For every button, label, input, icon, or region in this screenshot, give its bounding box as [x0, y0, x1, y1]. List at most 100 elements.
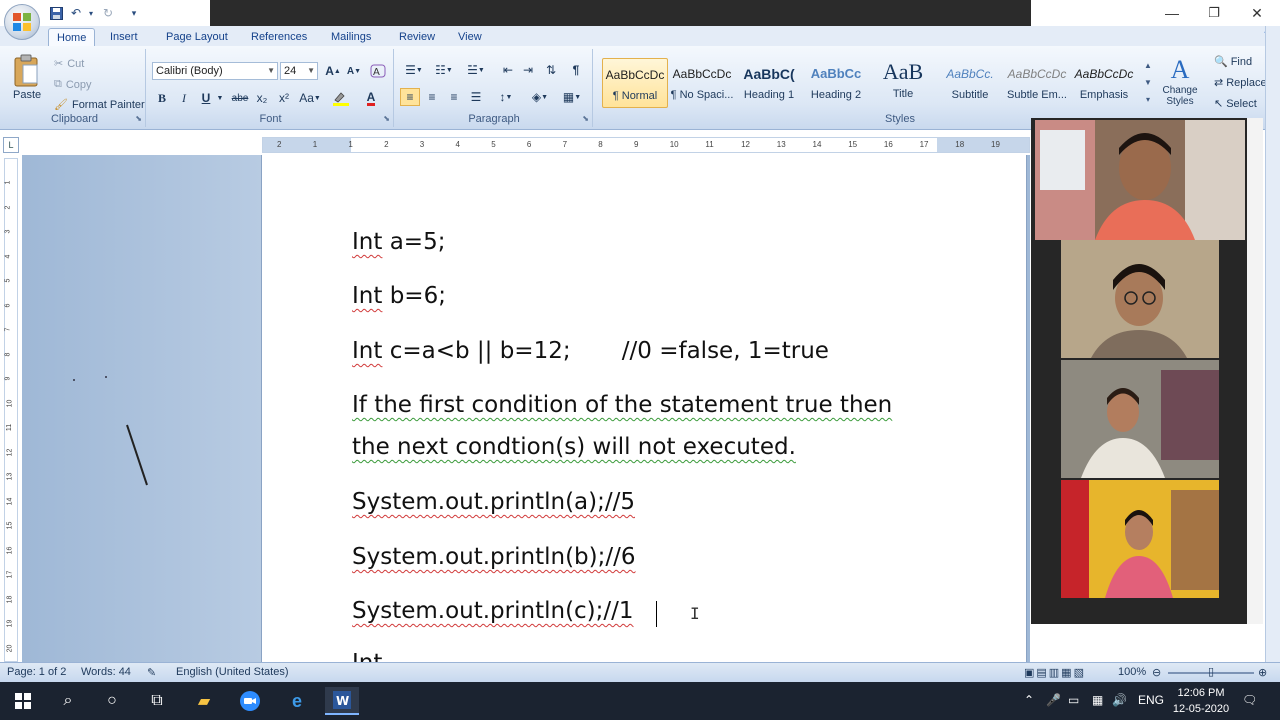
zoom-app-icon[interactable]: [233, 687, 267, 715]
style-title[interactable]: AaB Title: [870, 58, 936, 108]
tab-selector-icon[interactable]: L: [3, 137, 19, 153]
office-button[interactable]: [4, 4, 40, 40]
justify-icon[interactable]: ☰: [466, 88, 486, 106]
shrink-font-icon[interactable]: A ▼: [344, 62, 364, 80]
superscript-button[interactable]: x²: [274, 89, 294, 107]
style-heading-1[interactable]: AaBbC( Heading 1: [736, 58, 802, 108]
redo-icon[interactable]: ↻: [100, 5, 116, 21]
style-subtle-emphasis[interactable]: AaBbCcDc Subtle Em...: [1004, 58, 1070, 108]
numbering-icon[interactable]: ☷ ▼: [430, 61, 458, 79]
battery-icon[interactable]: ▭: [1068, 693, 1079, 707]
tray-expand-icon[interactable]: ⌃: [1024, 693, 1034, 707]
line-spacing-icon[interactable]: ↕ ▼: [492, 88, 520, 106]
shading-icon[interactable]: ◈ ▼: [526, 88, 554, 106]
copy-button[interactable]: ⧉ Copy: [54, 78, 92, 91]
input-language[interactable]: ENG: [1138, 693, 1164, 707]
find-button[interactable]: 🔍 Find: [1214, 55, 1252, 69]
paste-button[interactable]: Paste: [13, 89, 41, 101]
task-view-icon[interactable]: ⧉: [140, 687, 174, 715]
increase-indent-icon[interactable]: ⇥: [518, 61, 538, 79]
document-page[interactable]: Int a=5; Int b=6; Int c=a<b || b=12; //0…: [261, 155, 1027, 662]
font-size-combo[interactable]: 24 ▼: [280, 62, 318, 80]
view-buttons[interactable]: ▣▤▥▦▧: [1024, 666, 1086, 679]
style-subtitle[interactable]: AaBbCc. Subtitle: [937, 58, 1003, 108]
tab-mailings[interactable]: Mailings: [323, 28, 379, 46]
video-tile-4[interactable]: [1061, 480, 1219, 598]
show-formatting-button[interactable]: ¶: [566, 61, 586, 79]
horizontal-ruler[interactable]: 2 1 1 2 3 4 5 6 7 8 9 10 11 12 13 14 15 16 17 18 19: [262, 137, 1030, 153]
tab-page-layout[interactable]: Page Layout: [158, 28, 236, 46]
document-scrollbar[interactable]: [1265, 26, 1280, 662]
dialog-launcher-icon[interactable]: ⬊: [383, 114, 390, 123]
clear-formatting-icon[interactable]: A: [368, 62, 388, 80]
dialog-launcher-icon[interactable]: ⬊: [582, 114, 589, 123]
italic-button[interactable]: I: [174, 89, 194, 107]
search-icon[interactable]: ⌕: [51, 687, 85, 715]
multilevel-list-icon[interactable]: ☱ ▼: [462, 61, 490, 79]
windows-start-icon[interactable]: [6, 687, 40, 715]
bold-button[interactable]: B: [152, 89, 172, 107]
video-tile-2[interactable]: [1061, 240, 1219, 358]
grow-font-icon[interactable]: A ▲: [323, 62, 343, 80]
underline-button[interactable]: U: [196, 89, 216, 107]
subscript-button[interactable]: x₂: [252, 89, 272, 107]
spelling-status-icon[interactable]: ✎: [147, 666, 156, 679]
styles-scroll[interactable]: ▲ ▼ ▾: [1142, 57, 1154, 109]
align-center-icon[interactable]: ≡: [422, 88, 442, 106]
video-tile-3[interactable]: [1061, 360, 1219, 478]
zoom-in-icon[interactable]: ⊕: [1258, 666, 1267, 679]
align-left-icon[interactable]: ≡: [400, 88, 420, 106]
align-right-icon[interactable]: ≡: [444, 88, 464, 106]
close-button[interactable]: ✕: [1245, 3, 1269, 23]
page-indicator[interactable]: Page: 1 of 2: [7, 666, 66, 678]
undo-icon[interactable]: ↶: [68, 5, 84, 21]
network-icon[interactable]: ▦: [1092, 693, 1103, 707]
format-painter-button[interactable]: 🖌 Format Painter: [54, 98, 145, 112]
style-heading-2[interactable]: AaBbCc Heading 2: [803, 58, 869, 108]
style-no-spacing[interactable]: AaBbCcDc ¶ No Spaci...: [669, 58, 735, 108]
word-count[interactable]: Words: 44: [81, 666, 131, 678]
bullets-icon[interactable]: ☰ ▼: [400, 61, 428, 79]
font-color-button[interactable]: A: [358, 89, 384, 107]
strikethrough-button[interactable]: abe: [230, 89, 250, 107]
tab-references[interactable]: References: [243, 28, 315, 46]
notifications-icon[interactable]: 🗨: [1242, 693, 1257, 707]
tab-review[interactable]: Review: [391, 28, 443, 46]
select-button[interactable]: ↖ Select: [1214, 97, 1257, 111]
sort-icon[interactable]: ⇅: [541, 61, 561, 79]
zoom-out-icon[interactable]: ⊖: [1152, 666, 1161, 679]
minimize-button[interactable]: —: [1160, 3, 1184, 23]
vertical-ruler[interactable]: 1 2 3 4 5 6 7 8 9 10 11 12 13 14 15 16 17 18 19 20: [4, 158, 18, 662]
cut-button[interactable]: ✂ Cut: [54, 57, 84, 71]
volume-icon[interactable]: 🔊: [1112, 693, 1127, 707]
dialog-launcher-icon[interactable]: ⬊: [135, 114, 142, 123]
clock[interactable]: 12:06 PM 12-05-2020: [1170, 685, 1232, 717]
decrease-indent-icon[interactable]: ⇤: [498, 61, 518, 79]
borders-icon[interactable]: ▦ ▼: [558, 88, 586, 106]
maximize-button[interactable]: ❐: [1202, 3, 1226, 23]
underline-dropdown-icon[interactable]: ▼: [215, 89, 225, 107]
highlight-button[interactable]: [328, 89, 354, 107]
tab-home[interactable]: Home: [48, 28, 96, 46]
replace-button[interactable]: ⇄ Replace: [1214, 76, 1267, 90]
style-normal[interactable]: AaBbCcDc ¶ Normal: [602, 58, 668, 108]
cortana-icon[interactable]: ○: [95, 687, 129, 715]
microphone-icon[interactable]: 🎤: [1046, 693, 1061, 707]
customize-toolbar-icon[interactable]: ▾: [128, 5, 140, 21]
word-app-icon[interactable]: W: [325, 687, 359, 715]
undo-dropdown-icon[interactable]: ▾: [86, 5, 96, 21]
paste-icon[interactable]: [12, 53, 42, 93]
change-styles-button[interactable]: A Change Styles: [1158, 55, 1202, 113]
video-tile-1[interactable]: [1035, 120, 1245, 240]
file-explorer-icon[interactable]: ▰: [187, 687, 221, 715]
change-case-button[interactable]: Aa ▼: [298, 89, 322, 107]
tab-view[interactable]: View: [450, 28, 490, 46]
edge-browser-icon[interactable]: e: [280, 687, 314, 715]
style-emphasis[interactable]: AaBbCcDc Emphasis: [1071, 58, 1137, 108]
zoom-slider-thumb[interactable]: ▯: [1208, 665, 1214, 678]
language-indicator[interactable]: English (United States): [176, 666, 289, 678]
font-name-combo[interactable]: Calibri (Body) ▼: [152, 62, 278, 80]
tab-insert[interactable]: Insert: [102, 28, 146, 46]
save-icon[interactable]: [48, 5, 64, 21]
zoom-level[interactable]: 100%: [1118, 666, 1146, 678]
